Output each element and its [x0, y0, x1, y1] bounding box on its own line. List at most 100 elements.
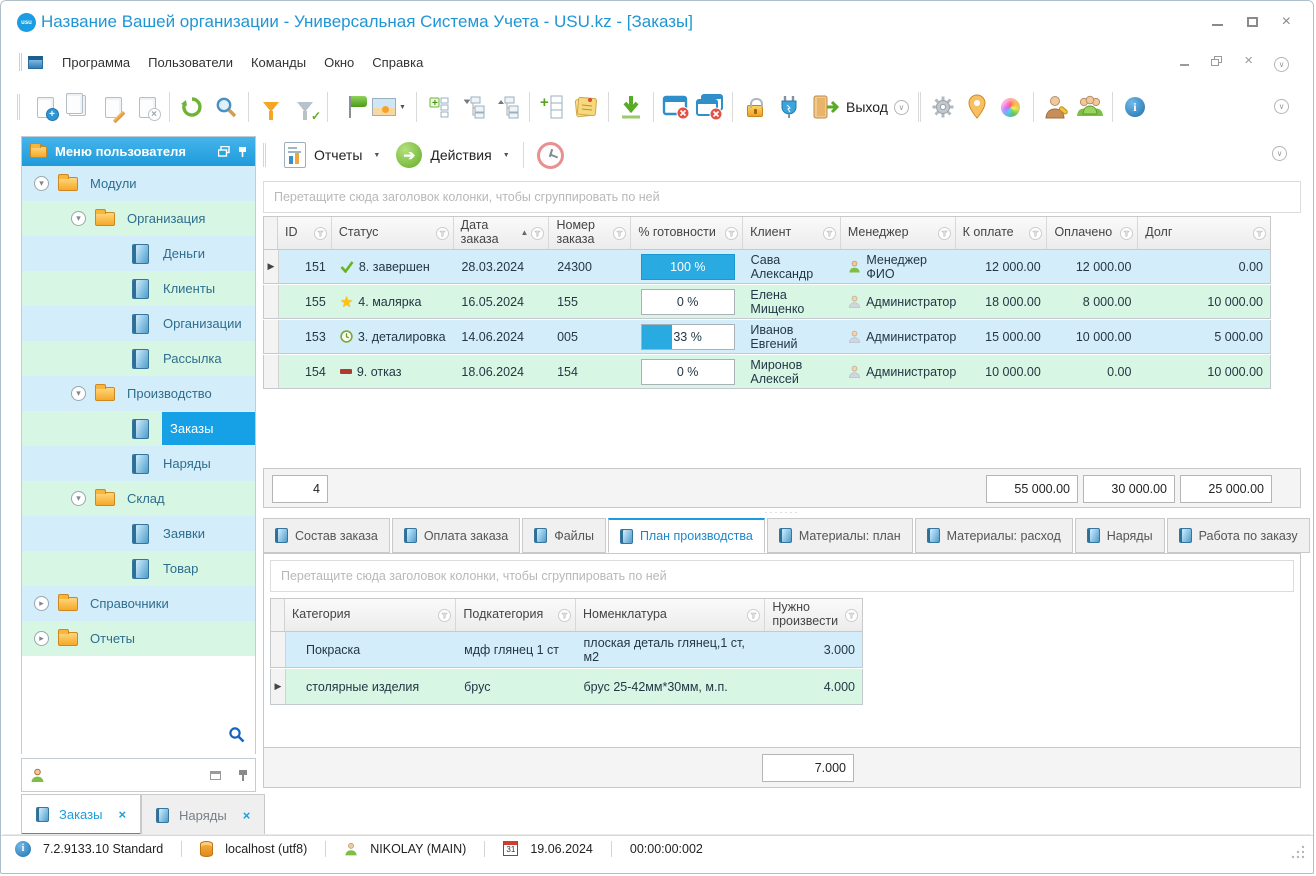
tab-order-work[interactable]: Работа по заказу [1167, 518, 1310, 553]
filter-icon[interactable] [725, 227, 738, 240]
tree-item-money[interactable]: Деньги [22, 236, 255, 271]
maximize-icon[interactable] [1247, 17, 1258, 27]
add-column-icon[interactable]: + [535, 89, 569, 125]
tree-item-organization[interactable]: ▾Организация [22, 201, 255, 236]
minimize-icon[interactable] [1212, 24, 1223, 26]
tree-item-orders[interactable]: Заказы [22, 411, 255, 446]
users-group-icon[interactable] [1073, 89, 1107, 125]
filter-icon[interactable] [436, 227, 449, 240]
tab-workorders[interactable]: Наряды [1075, 518, 1165, 553]
production-row[interactable]: Покраска мдф глянец 1 ст плоская деталь … [270, 632, 863, 668]
collapse-tree-icon[interactable] [456, 89, 490, 125]
exit-more-icon[interactable]: ∨ [894, 100, 909, 115]
tree-item-warehouse[interactable]: ▾Склад [22, 481, 255, 516]
column-header-topay[interactable]: К оплате [956, 217, 1048, 249]
tree-item-production[interactable]: ▾Производство [22, 376, 255, 411]
panel-restore-icon[interactable] [210, 771, 221, 780]
column-header-nomenclature[interactable]: Номенклатура [576, 599, 765, 631]
menu-program[interactable]: Программа [53, 51, 139, 74]
expand-group-icon[interactable]: + [422, 89, 456, 125]
splitter-handle[interactable]: ······· [263, 508, 1301, 518]
selected-tree-item[interactable]: Заказы [162, 412, 255, 445]
tab-materials-usage[interactable]: Материалы: расход [915, 518, 1073, 553]
column-header-id[interactable]: ID [278, 217, 332, 249]
close-icon[interactable]: × [1282, 15, 1291, 29]
location-pin-icon[interactable] [960, 89, 994, 125]
tree-item-workorders[interactable]: Наряды [22, 446, 255, 481]
panel-pin-icon[interactable] [239, 769, 247, 781]
resize-grip[interactable] [1291, 845, 1305, 859]
actionbar-overflow-icon[interactable]: ∨ [1272, 146, 1287, 161]
actionbar-grip[interactable] [263, 143, 266, 167]
toolbar-grip[interactable] [17, 94, 20, 120]
info-icon[interactable]: i [1118, 89, 1152, 125]
doc-tab-orders[interactable]: Заказы × [21, 794, 141, 836]
flag-icon[interactable] [333, 89, 367, 125]
production-row[interactable]: ▶ столярные изделия брус брус 25-42мм*30… [270, 669, 863, 705]
doc-tab-workorders[interactable]: Наряды × [141, 794, 265, 836]
order-row[interactable]: 153 3. деталировка 14.06.2024 005 33 % И… [263, 320, 1271, 354]
child-minimize-icon[interactable] [1180, 64, 1189, 66]
tab-production-plan[interactable]: План производства [608, 518, 765, 553]
expand-tree-icon[interactable] [490, 89, 524, 125]
filter-icon[interactable] [438, 609, 451, 622]
exit-button[interactable]: Выход ∨ [806, 94, 913, 120]
column-header-debt[interactable]: Долг [1138, 217, 1270, 249]
float-panel-icon[interactable] [218, 146, 230, 157]
filter-icon[interactable] [558, 609, 571, 622]
filter-icon[interactable] [845, 609, 858, 622]
filter-icon[interactable] [314, 227, 327, 240]
tab-order-content[interactable]: Состав заказа [263, 518, 390, 553]
expander-icon[interactable]: ▾ [71, 211, 86, 226]
close-tab-icon[interactable]: × [243, 808, 251, 823]
child-restore-icon[interactable] [1211, 56, 1222, 66]
column-header-manager[interactable]: Менеджер [841, 217, 956, 249]
color-theme-icon[interactable] [994, 89, 1028, 125]
notes-icon[interactable] [569, 89, 603, 125]
import-icon[interactable] [614, 89, 648, 125]
plug-icon[interactable] [772, 89, 806, 125]
delete-record-icon[interactable]: × [130, 89, 164, 125]
image-mode-icon[interactable]: ▼ [367, 89, 411, 125]
copy-record-icon[interactable] [62, 89, 96, 125]
actions-button[interactable]: ➔ Действия▼ [388, 139, 517, 171]
column-header-number[interactable]: Номер заказа [549, 217, 631, 249]
menu-commands[interactable]: Команды [242, 51, 315, 74]
tree-item-reports[interactable]: ▸Отчеты [22, 621, 255, 656]
close-tab-icon[interactable]: × [118, 807, 126, 822]
filter-icon[interactable] [823, 227, 836, 240]
scheduler-button[interactable] [529, 139, 572, 172]
menubar-grip[interactable] [19, 53, 22, 71]
column-header-date[interactable]: Дата заказа▲ [454, 217, 550, 249]
filter-icon[interactable] [938, 227, 951, 240]
column-header-required[interactable]: Нужно произвести [765, 599, 862, 631]
column-header-paid[interactable]: Оплачено [1047, 217, 1138, 249]
column-header-status[interactable]: Статус [332, 217, 454, 249]
tree-search-icon[interactable] [228, 726, 245, 743]
production-group-panel[interactable]: Перетащите сюда заголовок колонки, чтобы… [270, 560, 1294, 592]
tree-item-mailing[interactable]: Рассылка [22, 341, 255, 376]
user-menu-header[interactable]: Меню пользователя [22, 137, 255, 166]
order-row[interactable]: 155 ★4. малярка 16.05.2024 155 0 % Елена… [263, 285, 1271, 319]
tab-files[interactable]: Файлы [522, 518, 606, 553]
new-record-icon[interactable]: + [28, 89, 62, 125]
pin-panel-icon[interactable] [238, 146, 247, 158]
tree-item-modules[interactable]: ▾Модули [22, 166, 255, 201]
reports-button[interactable]: Отчеты▼ [276, 139, 388, 171]
filter-icon[interactable] [747, 609, 760, 622]
settings-gear-icon[interactable] [926, 89, 960, 125]
expander-icon[interactable]: ▾ [71, 491, 86, 506]
expander-icon[interactable]: ▸ [34, 596, 49, 611]
toolbar-overflow-icon[interactable]: ∨ [1274, 99, 1289, 114]
expander-icon[interactable]: ▾ [34, 176, 49, 191]
lock-icon[interactable] [738, 89, 772, 125]
expander-icon[interactable]: ▸ [34, 631, 49, 646]
edit-record-icon[interactable] [96, 89, 130, 125]
column-header-subcategory[interactable]: Подкатегория [456, 599, 576, 631]
filter-icon[interactable] [1253, 227, 1266, 240]
child-close-icon[interactable]: × [1244, 55, 1253, 67]
column-header-category[interactable]: Категория [285, 599, 456, 631]
filter-icon[interactable] [1120, 227, 1133, 240]
menu-help[interactable]: Справка [363, 51, 432, 74]
tab-order-payment[interactable]: Оплата заказа [392, 518, 520, 553]
